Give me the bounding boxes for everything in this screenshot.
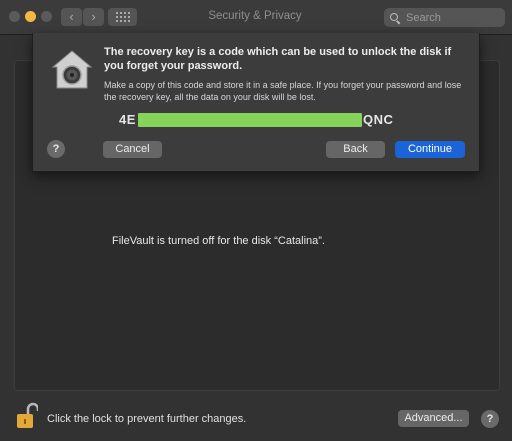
advanced-button[interactable]: Advanced... [398, 410, 469, 427]
chevron-left-icon: ‹ [69, 9, 74, 24]
recovery-key-sheet: The recovery key is a code which can be … [32, 33, 480, 172]
help-button[interactable]: ? [481, 410, 499, 428]
minimize-window-button[interactable] [25, 11, 36, 22]
filevault-house-icon [51, 50, 93, 89]
sheet-heading: The recovery key is a code which can be … [104, 46, 452, 72]
recovery-key-suffix: QNC [363, 112, 394, 127]
show-all-button[interactable] [108, 8, 137, 26]
forward-nav-button[interactable]: › [83, 8, 104, 26]
lock-status-text: Click the lock to prevent further change… [47, 413, 247, 425]
search-placeholder: Search [406, 11, 441, 24]
search-icon [390, 12, 401, 24]
title-bar: ‹ › Security & Privacy Search [0, 0, 512, 35]
sheet-body-text: Make a copy of this code and store it in… [104, 80, 462, 102]
recovery-key-redaction [138, 113, 362, 127]
back-nav-button[interactable]: ‹ [61, 8, 82, 26]
continue-button[interactable]: Continue [395, 141, 465, 158]
close-window-button[interactable] [9, 11, 20, 22]
zoom-window-button[interactable] [41, 11, 52, 22]
back-button[interactable]: Back [326, 141, 385, 158]
recovery-key-prefix: 4E [119, 112, 136, 127]
lock-open-icon[interactable] [16, 402, 38, 430]
filevault-status-text: FileVault is turned off for the disk “Ca… [112, 235, 325, 247]
search-field[interactable]: Search [384, 8, 505, 27]
chevron-right-icon: › [91, 9, 96, 24]
grid-icon [115, 12, 130, 22]
window-title: Security & Privacy [208, 10, 302, 22]
recovery-key: 4E QNC [119, 111, 393, 129]
cancel-button[interactable]: Cancel [103, 141, 162, 158]
sheet-help-button[interactable]: ? [47, 140, 65, 158]
